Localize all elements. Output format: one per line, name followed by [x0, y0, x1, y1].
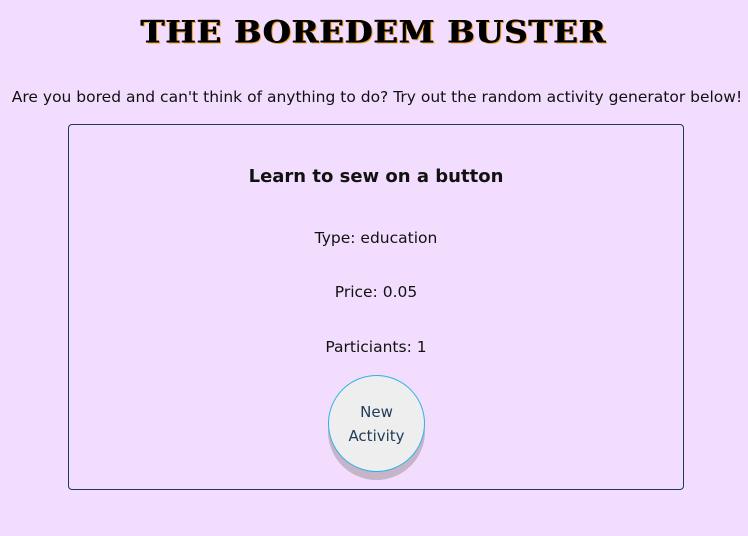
- activity-price: Price: 0.05: [334, 283, 418, 301]
- activity-title: Learn to sew on a button: [248, 166, 504, 187]
- activity-type: Type: education: [314, 229, 438, 247]
- intro-text: Are you bored and can't think of anythin…: [11, 88, 743, 106]
- new-activity-button[interactable]: New Activity: [328, 375, 425, 472]
- activity-card: Learn to sew on a button Type: education…: [68, 124, 684, 490]
- activity-participants: Particiants: 1: [325, 338, 427, 356]
- page-title: THE BOREDEM BUSTER: [141, 13, 607, 51]
